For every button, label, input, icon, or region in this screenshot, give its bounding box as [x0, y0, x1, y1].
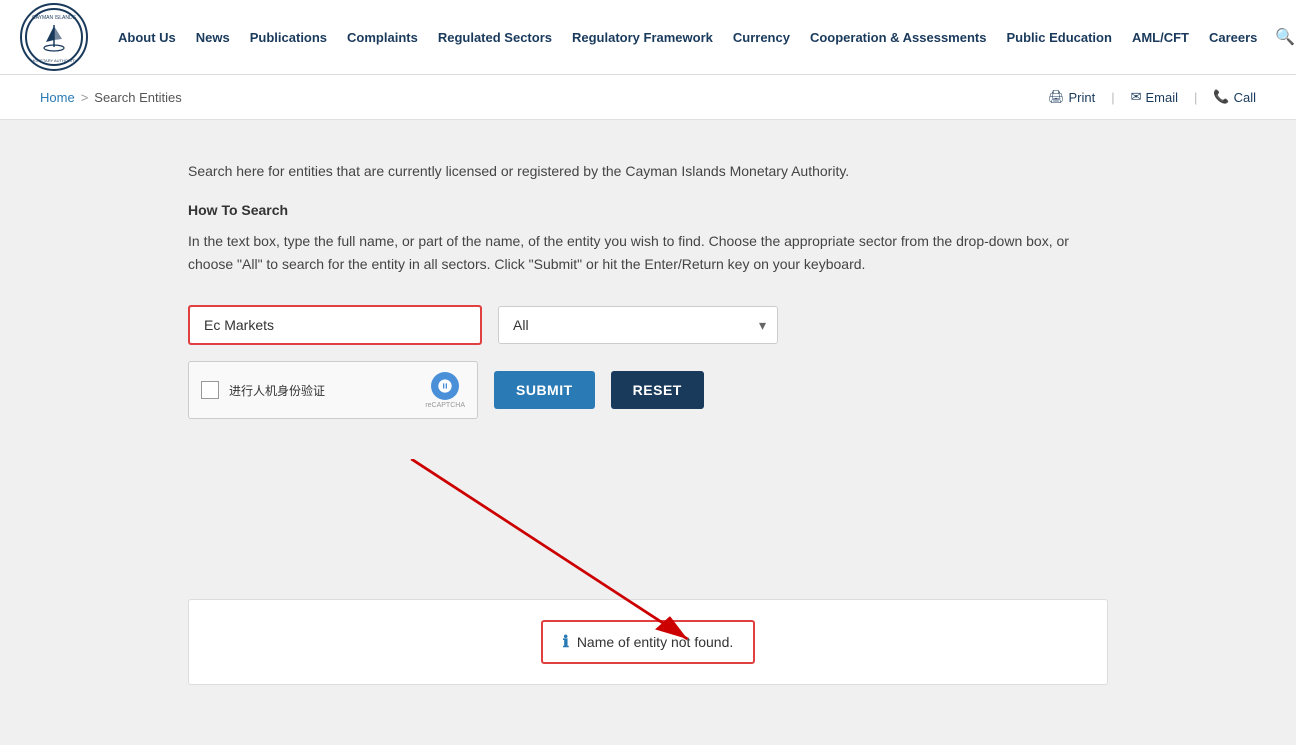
svg-text:CAYMAN ISLANDS: CAYMAN ISLANDS [32, 15, 76, 21]
print-link[interactable]: 🖨 Print [1048, 89, 1095, 105]
how-to-body: In the text box, type the full name, or … [188, 230, 1108, 275]
nav-complaints[interactable]: Complaints [337, 0, 428, 75]
nav-amlcft[interactable]: AML/CFT [1122, 0, 1199, 75]
sector-select-wrapper: All Banking Insurance Investments Fiduci… [498, 306, 778, 344]
call-label: Call [1234, 90, 1256, 105]
email-icon: ✉ [1131, 89, 1142, 105]
recaptcha-label: reCAPTCHA [425, 402, 465, 409]
nav-cooperation[interactable]: Cooperation & Assessments [800, 0, 997, 75]
email-link[interactable]: ✉ Email [1131, 89, 1178, 105]
nav-currency[interactable]: Currency [723, 0, 800, 75]
recaptcha-logo: reCAPTCHA [425, 372, 465, 409]
site-logo: CAYMAN ISLANDS MONETARY AUTHORITY [20, 3, 88, 71]
breadcrumb-actions: 🖨 Print | ✉ Email | 📞 Call [1048, 89, 1256, 105]
arrow-annotation [188, 459, 1108, 659]
breadcrumb: Home > Search Entities [40, 90, 182, 105]
reset-button[interactable]: RESET [611, 371, 704, 409]
main-nav: About Us News Publications Complaints Re… [108, 0, 1296, 75]
intro-text: Search here for entities that are curren… [188, 160, 1108, 182]
search-input[interactable] [190, 307, 480, 343]
nav-news[interactable]: News [186, 0, 240, 75]
breadcrumb-bar: Home > Search Entities 🖨 Print | ✉ Email… [0, 75, 1296, 120]
captcha-row: 进行人机身份验证 reCAPTCHA SUBMIT RESET [188, 361, 1108, 419]
search-icon[interactable]: 🔍 [1267, 27, 1296, 47]
site-header: CAYMAN ISLANDS MONETARY AUTHORITY About … [0, 0, 1296, 75]
captcha-box: 进行人机身份验证 reCAPTCHA [188, 361, 478, 419]
nav-careers[interactable]: Careers [1199, 0, 1267, 75]
action-separator-2: | [1194, 90, 1197, 105]
main-content: Search here for entities that are curren… [148, 120, 1148, 745]
call-link[interactable]: 📞 Call [1213, 89, 1256, 105]
search-row-top: All Banking Insurance Investments Fiduci… [188, 305, 1108, 345]
captcha-checkbox[interactable] [201, 381, 219, 399]
search-form: All Banking Insurance Investments Fiduci… [188, 305, 1108, 419]
logo-area: CAYMAN ISLANDS MONETARY AUTHORITY [20, 3, 88, 71]
captcha-label: 进行人机身份验证 [229, 382, 415, 399]
nav-publications[interactable]: Publications [240, 0, 337, 75]
submit-button[interactable]: SUBMIT [494, 371, 595, 409]
sector-select[interactable]: All Banking Insurance Investments Fiduci… [498, 306, 778, 344]
print-icon: 🖨 [1048, 89, 1065, 105]
breadcrumb-separator: > [81, 90, 89, 105]
breadcrumb-home[interactable]: Home [40, 90, 75, 105]
print-label: Print [1068, 90, 1095, 105]
nav-regulated-sectors[interactable]: Regulated Sectors [428, 0, 562, 75]
phone-icon: 📞 [1213, 89, 1229, 105]
recaptcha-icon [431, 372, 459, 400]
email-label: Email [1146, 90, 1179, 105]
how-to-title: How To Search [188, 202, 1108, 218]
search-input-wrapper [188, 305, 482, 345]
nav-regulatory-framework[interactable]: Regulatory Framework [562, 0, 723, 75]
breadcrumb-current: Search Entities [94, 90, 181, 105]
svg-text:MONETARY AUTHORITY: MONETARY AUTHORITY [31, 58, 78, 63]
action-separator-1: | [1111, 90, 1114, 105]
nav-public-education[interactable]: Public Education [996, 0, 1121, 75]
nav-about-us[interactable]: About Us [108, 0, 186, 75]
